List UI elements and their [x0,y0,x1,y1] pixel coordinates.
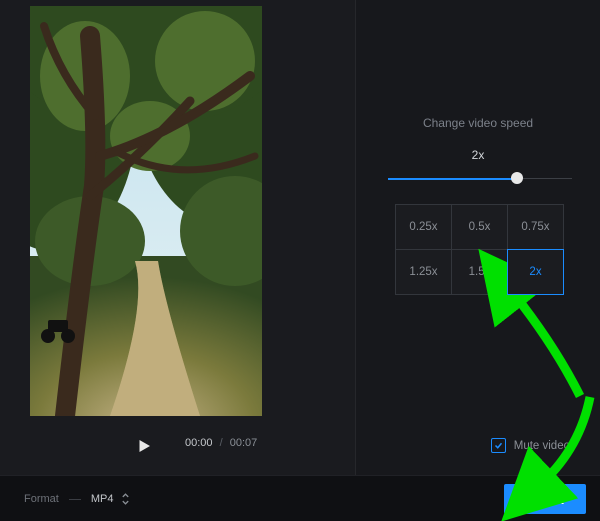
format-divider [69,499,81,500]
play-icon[interactable] [135,437,153,455]
bottom-bar: Format MP4 Export [0,475,600,521]
export-button[interactable]: Export [504,484,586,514]
checkbox-icon [491,438,506,453]
current-time-label: 00:00 [185,437,213,449]
speed-preset-0-75x[interactable]: 0.75x [507,204,564,250]
duration-label: 00:07 [230,437,258,449]
export-label: Export [526,492,564,507]
speed-preset-2x[interactable]: 2x [507,249,564,295]
speed-preset-0-5x[interactable]: 0.5x [451,204,508,250]
speed-preset-1-5x[interactable]: 1.5x [451,249,508,295]
mute-video-checkbox[interactable]: Mute video [491,438,570,453]
mute-label: Mute video [514,440,570,452]
format-selector[interactable]: Format MP4 [24,476,130,521]
format-stepper-icon[interactable] [121,493,130,505]
slider-fill [388,178,517,180]
format-label: Format [24,493,59,505]
slider-thumb[interactable] [511,172,523,184]
speed-preset-1-25x[interactable]: 1.25x [395,249,452,295]
speed-settings-pane: Change video speed 2x 0.25x0.5x0.75x 1.25… [356,0,600,475]
speed-preset-0-25x[interactable]: 0.25x [395,204,452,250]
video-preview[interactable] [30,6,262,416]
video-thumbnail [30,6,262,416]
format-value: MP4 [91,493,114,505]
speed-value-label: 2x [356,148,600,162]
video-preview-pane: 00:00 / 00:07 [0,0,355,475]
speed-preset-grid: 0.25x0.5x0.75x 1.25x1.5x2x [396,205,564,295]
playback-time: 00:00 / 00:07 [185,437,257,449]
speed-slider[interactable] [388,172,572,186]
time-separator: / [220,437,223,449]
speed-title: Change video speed [356,116,600,130]
